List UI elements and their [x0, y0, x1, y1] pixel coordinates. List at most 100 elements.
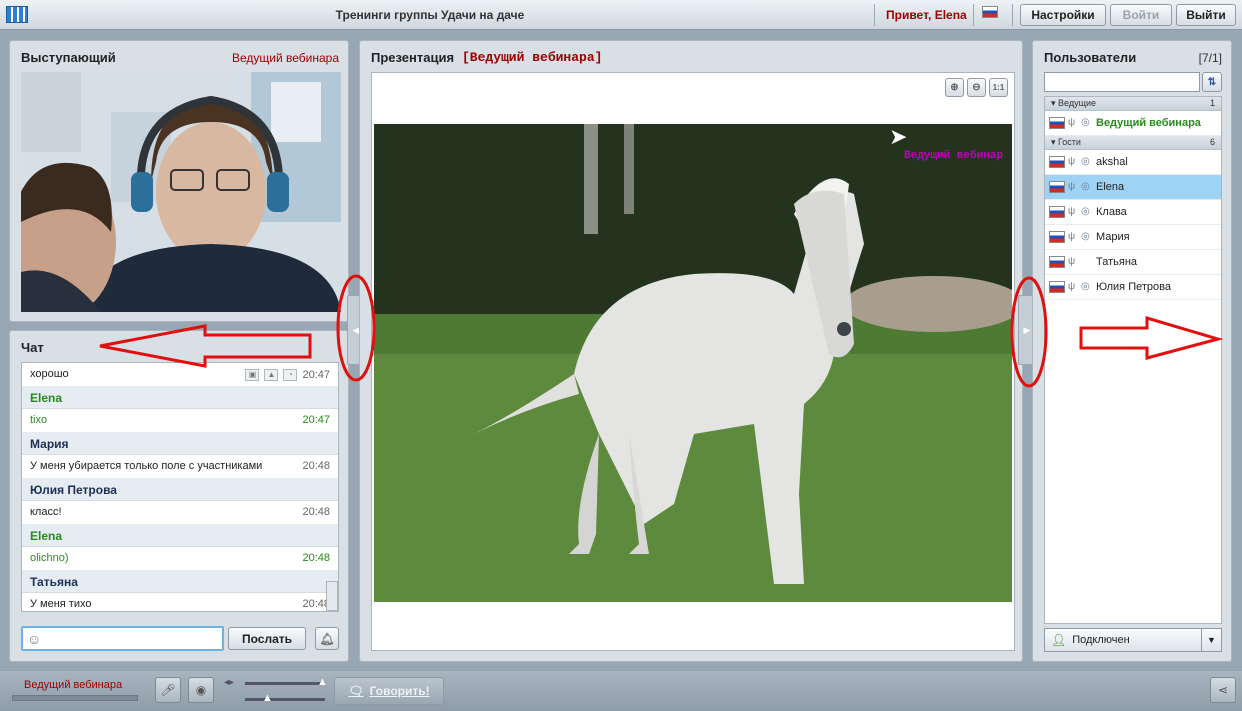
app-title: Тренинги группы Удачи на даче — [335, 8, 525, 22]
group-count: 1 — [1209, 98, 1215, 108]
mic-icon: ψ — [1068, 256, 1076, 267]
chat-message-time: 20:48 — [302, 506, 330, 518]
presentation-title: Презентация — [371, 50, 455, 65]
camera-icon: ◎ — [1081, 281, 1090, 292]
chat-messages: хорошо ▣ ▲ ◔ 20:47 Elena tixo 20:47 Мария… — [21, 362, 339, 612]
users-title: Пользователи — [1044, 50, 1137, 65]
warning-icon[interactable]: ▲ — [264, 368, 279, 381]
flag-icon — [1049, 181, 1065, 193]
zoom-reset-button[interactable]: 1:1 — [989, 78, 1008, 97]
users-list: ▾ Ведущие 1 ψ ◎ Ведущий вебинара ▾ Гости 6 ψ… — [1044, 96, 1222, 624]
slider-thumb-icon[interactable]: ▲ — [262, 692, 273, 704]
speaker-host-label: Ведущий вебинара — [231, 51, 339, 65]
bottom-bar: Ведущий вебинара 🎤︎ ◉ ◂▸ ▲ ▲ 🗨︎ Говорить!… — [0, 671, 1242, 711]
users-count: [7/1] — [1198, 51, 1222, 65]
status-select[interactable]: 👤︎ Подключен ▼ — [1044, 628, 1222, 652]
chat-message-text: класс! — [30, 506, 62, 518]
user-name: Elena — [1096, 181, 1125, 193]
pointer-icon: ➤ — [889, 124, 908, 149]
user-status-icon: 👤︎ — [1051, 633, 1067, 647]
user-name: Юлия Петрова — [1096, 281, 1171, 293]
share-icon[interactable]: ⋖ — [1210, 677, 1236, 703]
user-row-host[interactable]: ψ ◎ Ведущий вебинара — [1045, 111, 1221, 136]
group-label: Ведущие — [1058, 98, 1097, 108]
user-name: Мария — [1096, 231, 1130, 243]
bell-icon[interactable]: 🔔︎ — [315, 627, 339, 650]
user-name: Ведущий вебинара — [1096, 117, 1201, 129]
chat-author: Elena — [22, 524, 338, 547]
status-value: Подключен — [1072, 634, 1130, 646]
user-row-selected[interactable]: ψ ◎ Elena — [1045, 175, 1221, 200]
mic-icon: ψ — [1068, 117, 1076, 128]
divider — [874, 4, 875, 26]
microphone-icon[interactable]: 🎤︎ — [155, 677, 181, 703]
chat-message: класс! 20:48 — [22, 501, 338, 524]
camera-icon: ◎ — [1081, 206, 1090, 217]
chat-message-text: tixo — [30, 414, 48, 426]
chat-input[interactable]: ☺ — [21, 626, 224, 651]
settings-button[interactable]: Настройки — [1020, 4, 1106, 26]
camera-icon: ◎ — [1081, 231, 1090, 242]
group-label: Гости — [1058, 137, 1081, 147]
language-flag-icon[interactable] — [982, 6, 1004, 24]
chat-author: Elena — [22, 386, 338, 409]
speaker-title: Выступающий — [21, 50, 116, 65]
mic-icon: ψ — [1068, 281, 1076, 292]
chat-message-text: хорошо — [30, 368, 69, 380]
chat-message: У меня убирается только поле с участника… — [22, 455, 338, 478]
clock-icon[interactable]: ◔ — [283, 368, 298, 381]
chat-panel: Чат хорошо ▣ ▲ ◔ 20:47 Elena tixo 20:47 М… — [9, 330, 349, 662]
user-row[interactable]: ψ ◎ akshal — [1045, 150, 1221, 175]
user-row[interactable]: ψ Татьяна — [1045, 250, 1221, 275]
mic-icon: ψ — [1068, 231, 1076, 242]
chat-scrollbar[interactable] — [326, 581, 338, 611]
zoom-in-icon[interactable]: ⊕ — [945, 78, 964, 97]
zoom-out-icon[interactable]: ⊖ — [967, 78, 986, 97]
logout-button[interactable]: Выйти — [1176, 4, 1236, 26]
user-search-input[interactable] — [1044, 72, 1200, 92]
chat-message-text: olichno) — [30, 552, 69, 564]
chat-message: хорошо ▣ ▲ ◔ 20:47 — [22, 363, 338, 386]
group-header-hosts[interactable]: ▾ Ведущие 1 — [1045, 97, 1221, 111]
mic-slider[interactable] — [245, 698, 325, 701]
speak-button[interactable]: 🗨︎ Говорить! — [334, 677, 444, 705]
volume-slider[interactable] — [245, 682, 325, 685]
mic-icon: ψ — [1068, 206, 1076, 217]
audio-level-bar — [12, 695, 138, 701]
chat-message-text: У меня убирается только поле с участника… — [30, 460, 263, 472]
camera-icon: ◎ — [1081, 117, 1090, 128]
slide-overlay-label: Ведущий вебинар — [904, 150, 1004, 162]
user-name: Татьяна — [1096, 256, 1138, 268]
chat-message: olichno) 20:48 — [22, 547, 338, 570]
flag-icon — [1049, 206, 1065, 218]
sort-az-icon[interactable]: ⇅ — [1202, 72, 1222, 92]
chat-message-time: 20:48 — [302, 460, 330, 472]
flag-icon — [1049, 156, 1065, 168]
greeting: Привет, Elena — [886, 8, 967, 22]
speaker-panel: Выступающий Ведущий вебинара — [9, 40, 349, 322]
user-name: Клава — [1096, 206, 1127, 218]
presentation-host-label: [Ведущий вебинара] — [462, 50, 603, 65]
slide-area: ⊕ ⊖ 1:1 Ведущий вебинар ➤ — [371, 72, 1015, 651]
user-row[interactable]: ψ ◎ Клава — [1045, 200, 1221, 225]
user-row[interactable]: ψ ◎ Юлия Петрова — [1045, 275, 1221, 300]
image-icon[interactable]: ▣ — [245, 368, 260, 381]
login-button[interactable]: Войти — [1110, 4, 1172, 26]
slider-thumb-icon[interactable]: ▲ — [317, 676, 328, 688]
chat-title: Чат — [21, 340, 44, 355]
speak-icon: 🗨︎ — [348, 684, 364, 698]
chevron-down-icon[interactable]: ▼ — [1201, 629, 1221, 651]
presentation-panel: Презентация [Ведущий вебинара] ⊕ ⊖ 1:1 В… — [359, 40, 1023, 662]
speak-label: Говорить! — [369, 684, 430, 698]
chat-message-time: 20:47 — [302, 414, 330, 426]
mic-icon: ψ — [1068, 156, 1076, 167]
group-header-guests[interactable]: ▾ Гости 6 — [1045, 136, 1221, 150]
group-count: 6 — [1209, 137, 1215, 147]
user-row[interactable]: ψ ◎ Мария — [1045, 225, 1221, 250]
emoji-icon[interactable]: ☺ — [27, 631, 41, 647]
chat-message-time: 20:48 — [302, 552, 330, 564]
app-logo-icon — [6, 6, 28, 23]
send-button[interactable]: Послать — [228, 627, 306, 650]
users-panel: Пользователи [7/1] ⇅ ▾ Ведущие 1 ψ ◎ Ведущи… — [1032, 40, 1232, 662]
webcam-icon[interactable]: ◉ — [188, 677, 214, 703]
